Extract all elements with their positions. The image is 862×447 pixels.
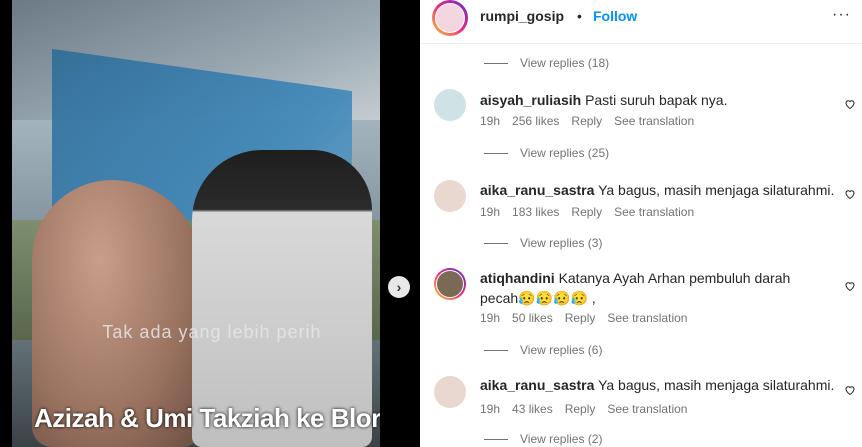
reply-button[interactable]: Reply xyxy=(565,402,596,416)
comment-meta: 19h 256 likes Reply See translation xyxy=(480,114,694,128)
comment-text: aika_ranu_sastra Ya bagus, masih menjaga… xyxy=(480,375,850,395)
view-replies-button[interactable]: View replies (6) xyxy=(484,342,602,358)
commenter-avatar[interactable] xyxy=(434,376,466,408)
view-replies-button[interactable]: View replies (3) xyxy=(484,235,602,251)
comment-body: Pasti suruh bapak nya. xyxy=(585,92,728,108)
heart-icon[interactable] xyxy=(844,280,856,292)
avatar-image xyxy=(435,3,465,33)
post-header: rumpi_gosip • Follow ··· xyxy=(420,0,862,44)
heart-icon[interactable] xyxy=(844,384,856,396)
divider xyxy=(484,349,508,351)
reply-button[interactable]: Reply xyxy=(565,311,596,325)
comment-text: aika_ranu_sastra Ya bagus, masih menjaga… xyxy=(480,180,850,200)
video-caption: Azizah & Umi Takziah ke Blora🥺 xyxy=(34,403,380,433)
follow-button[interactable]: Follow xyxy=(593,8,637,24)
comments-panel: rumpi_gosip • Follow ··· View replies (1… xyxy=(420,0,862,447)
chevron-right-icon: › xyxy=(396,279,402,295)
likes-count[interactable]: 183 likes xyxy=(512,205,559,219)
heart-icon[interactable] xyxy=(844,188,856,200)
comment-text: atiqhandini Katanya Ayah Arhan pembuluh … xyxy=(480,268,825,308)
comment-meta: 19h 183 likes Reply See translation xyxy=(480,205,694,219)
comment-time: 19h xyxy=(480,402,501,416)
comment-body: Ya bagus, masih menjaga silaturahmi. xyxy=(598,182,835,198)
likes-count[interactable]: 256 likes xyxy=(512,114,559,128)
likes-count[interactable]: 50 likes xyxy=(512,311,553,325)
next-media-button[interactable]: › xyxy=(388,276,410,298)
reply-button[interactable]: Reply xyxy=(571,114,602,128)
commenter-avatar[interactable] xyxy=(434,89,466,121)
divider xyxy=(484,152,508,154)
commenter-username[interactable]: aika_ranu_sastra xyxy=(480,182,594,198)
commenter-username[interactable]: atiqhandini xyxy=(480,270,555,286)
see-translation-button[interactable]: See translation xyxy=(607,402,687,416)
comment-time: 19h xyxy=(480,205,501,219)
commenter-avatar[interactable] xyxy=(434,180,466,212)
view-replies-button[interactable]: View replies (18) xyxy=(484,55,609,71)
commenter-avatar[interactable] xyxy=(434,268,466,300)
video-frame[interactable]: Tak ada yang lebih perih Azizah & Umi Ta… xyxy=(12,0,380,447)
see-translation-button[interactable]: See translation xyxy=(607,311,687,325)
commenter-username[interactable]: aika_ranu_sastra xyxy=(480,377,594,393)
comment-text: aisyah_ruliasih Pasti suruh bapak nya. xyxy=(480,90,850,110)
comment-time: 19h xyxy=(480,114,501,128)
heart-icon[interactable] xyxy=(844,98,856,110)
reply-button[interactable]: Reply xyxy=(571,205,602,219)
avatar[interactable] xyxy=(432,0,468,36)
comment-body: Ya bagus, masih menjaga silaturahmi. xyxy=(598,377,835,393)
divider xyxy=(484,438,508,440)
post-username[interactable]: rumpi_gosip xyxy=(480,8,564,24)
video-overlay-text: Tak ada yang lebih perih xyxy=(102,322,322,342)
comment-meta: 19h 43 likes Reply See translation xyxy=(480,402,687,416)
view-replies-button[interactable]: View replies (25) xyxy=(484,145,609,161)
view-replies-button[interactable]: View replies (2) xyxy=(484,431,602,447)
see-translation-button[interactable]: See translation xyxy=(614,114,694,128)
comment-meta: 19h 50 likes Reply See translation xyxy=(480,311,687,325)
divider xyxy=(484,62,508,64)
commenter-username[interactable]: aisyah_ruliasih xyxy=(480,92,581,108)
likes-count[interactable]: 43 likes xyxy=(512,402,553,416)
avatar-image xyxy=(436,270,464,298)
comment-time: 19h xyxy=(480,311,501,325)
media-area: Tak ada yang lebih perih Azizah & Umi Ta… xyxy=(0,0,420,447)
see-translation-button[interactable]: See translation xyxy=(614,205,694,219)
separator-dot: • xyxy=(577,8,582,24)
more-options-icon[interactable]: ··· xyxy=(832,6,851,24)
divider xyxy=(484,242,508,244)
